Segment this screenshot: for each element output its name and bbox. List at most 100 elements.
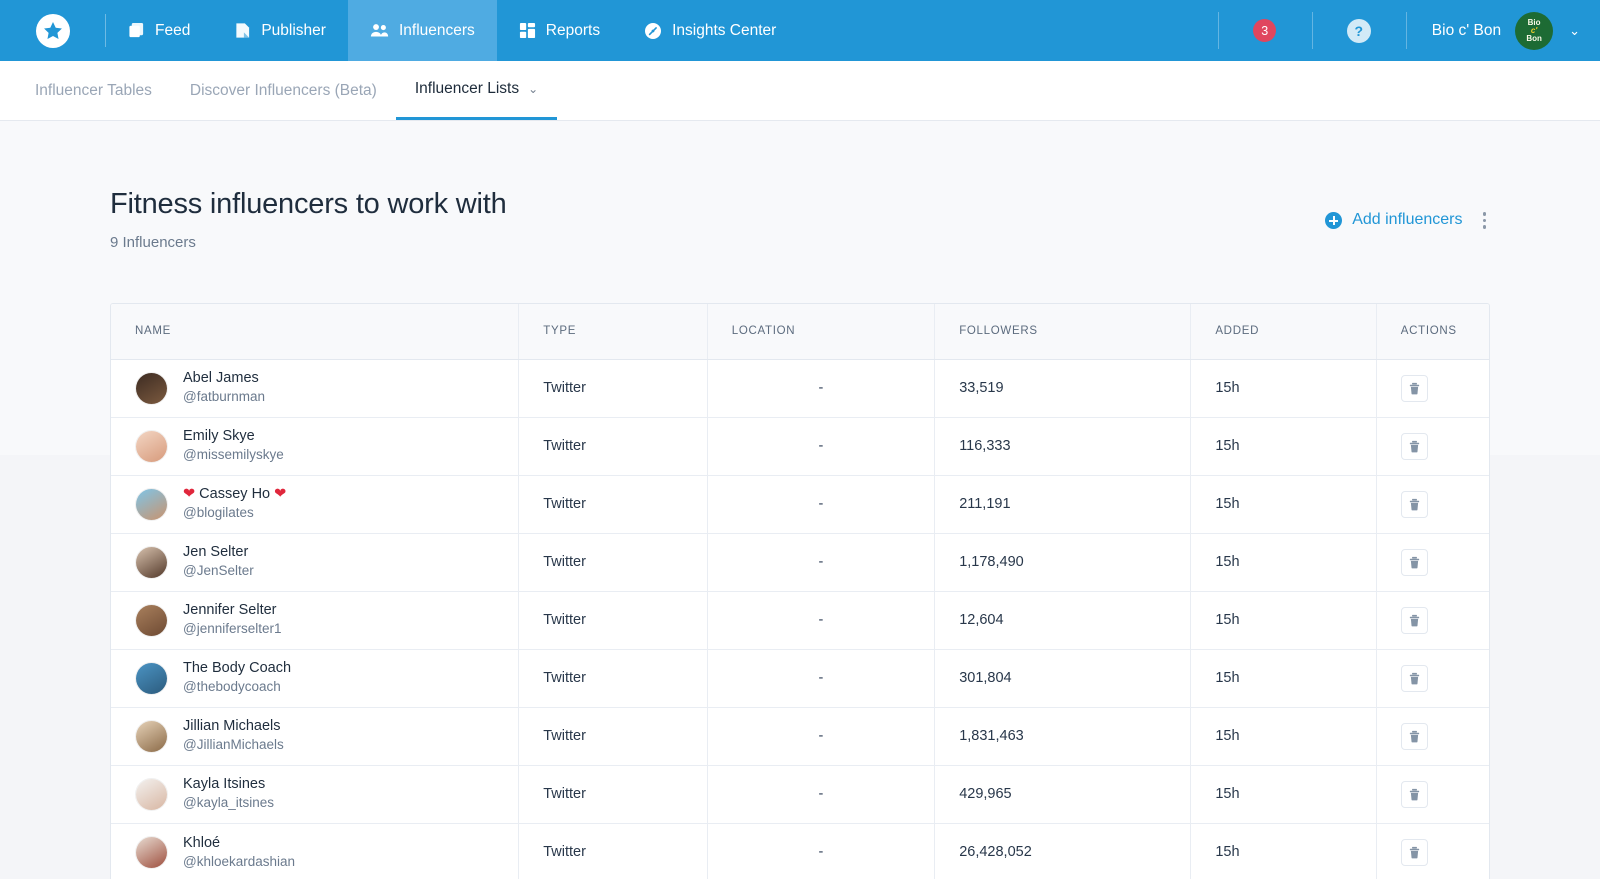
delete-button[interactable] xyxy=(1400,548,1428,576)
influencer-handle[interactable]: @khloekardashian xyxy=(183,853,295,871)
chevron-down-icon[interactable]: ⌄ xyxy=(1569,23,1580,39)
subnav-item-influencer-tables[interactable]: Influencer Tables xyxy=(35,61,171,120)
influencer-table-container: NAME TYPE LOCATION FOLLOWERS ADDED ACTIO… xyxy=(110,303,1490,879)
notifications-button[interactable]: 3 xyxy=(1217,0,1312,61)
nav-item-influencers[interactable]: Influencers xyxy=(347,0,497,61)
delete-button[interactable] xyxy=(1400,432,1428,460)
cell-actions xyxy=(1376,765,1489,824)
influencer-handle[interactable]: @thebodycoach xyxy=(183,678,291,696)
avatar[interactable] xyxy=(135,777,168,811)
influencer-handle[interactable]: @blogilates xyxy=(183,504,286,522)
user-menu[interactable]: Bio c' Bon Bio c' Bon ⌄ xyxy=(1405,0,1600,61)
top-navigation-bar: Feed Publisher Influencers Reports Insig… xyxy=(0,0,1600,61)
cell-actions xyxy=(1376,359,1489,418)
influencer-name[interactable]: Jennifer Selter xyxy=(183,601,282,619)
cell-followers: 1,178,490 xyxy=(934,533,1192,592)
influencer-handle[interactable]: @missemilyskye xyxy=(183,446,284,464)
table-row[interactable]: Jillian Michaels @JillianMichaels Twitter -… xyxy=(111,707,1489,766)
avatar[interactable]: Bio c' Bon xyxy=(1515,11,1554,50)
sub-navigation-bar: Influencer Tables Discover Influencers (… xyxy=(0,61,1600,121)
influencers-icon xyxy=(370,22,389,39)
table-row[interactable]: ❤ Cassey Ho ❤ @blogilates Twitter -211,191 1… xyxy=(111,475,1489,534)
trash-icon xyxy=(1409,730,1419,742)
column-header-added[interactable]: ADDED xyxy=(1190,304,1377,360)
avatar[interactable] xyxy=(135,429,168,463)
delete-button[interactable] xyxy=(1400,490,1428,518)
table-head: NAME TYPE LOCATION FOLLOWERS ADDED ACTIO… xyxy=(111,304,1489,360)
delete-button[interactable] xyxy=(1400,838,1428,866)
help-button[interactable]: ? xyxy=(1311,0,1406,61)
influencer-name[interactable]: Jillian Michaels xyxy=(183,717,284,735)
cell-followers: 429,965 xyxy=(934,765,1192,824)
delete-button[interactable] xyxy=(1400,780,1428,808)
subnav-item-discover-influencers[interactable]: Discover Influencers (Beta) xyxy=(171,61,396,120)
nav-item-publisher[interactable]: Publisher xyxy=(212,0,348,61)
help-icon[interactable]: ? xyxy=(1346,18,1371,43)
avatar[interactable] xyxy=(135,545,168,579)
cell-added: 15h xyxy=(1190,475,1377,534)
column-header-followers[interactable]: FOLLOWERS xyxy=(934,304,1192,360)
avatar[interactable] xyxy=(135,487,168,521)
table-row[interactable]: Khloé @khloekardashian Twitter -26,428,052 1… xyxy=(111,823,1489,879)
cell-type: Twitter xyxy=(518,359,708,418)
notification-count-badge[interactable]: 3 xyxy=(1253,19,1277,42)
delete-button[interactable] xyxy=(1400,606,1428,634)
table-row[interactable]: The Body Coach @thebodycoach Twitter -301,8… xyxy=(111,649,1489,708)
avatar[interactable] xyxy=(135,603,168,637)
cell-added: 15h xyxy=(1190,591,1377,650)
influencer-name[interactable]: Emily Skye xyxy=(183,427,284,445)
table-header-row: NAME TYPE LOCATION FOLLOWERS ADDED ACTIO… xyxy=(111,304,1489,360)
avatar[interactable] xyxy=(135,371,168,405)
delete-button[interactable] xyxy=(1400,664,1428,692)
influencer-handle[interactable]: @fatburnman xyxy=(183,388,265,406)
column-header-name[interactable]: NAME xyxy=(111,304,520,360)
cell-followers: 12,604 xyxy=(934,591,1192,650)
influencer-name[interactable]: ❤ Cassey Ho ❤ xyxy=(183,485,286,503)
star-logo-icon xyxy=(35,13,70,48)
table-row[interactable]: Emily Skye @missemilyskye Twitter -116,333 1… xyxy=(111,417,1489,476)
subnav-label: Discover Influencers (Beta) xyxy=(189,81,377,99)
nav-label: Reports xyxy=(545,21,601,39)
app-logo[interactable] xyxy=(0,0,105,61)
table-row[interactable]: Jen Selter @JenSelter Twitter -1,178,490 15h xyxy=(111,533,1489,592)
nav-item-reports[interactable]: Reports xyxy=(497,0,622,61)
column-header-location[interactable]: LOCATION xyxy=(707,304,936,360)
chevron-down-icon[interactable]: ⌄ xyxy=(528,82,538,96)
influencer-handle[interactable]: @JillianMichaels xyxy=(183,736,284,754)
influencer-name[interactable]: Khloé xyxy=(183,834,295,852)
subnav-item-influencer-lists[interactable]: Influencer Lists ⌄ xyxy=(395,61,558,120)
delete-button[interactable] xyxy=(1400,722,1428,750)
influencer-name[interactable]: Abel James xyxy=(183,369,265,387)
page-actions: Add influencers xyxy=(1325,210,1490,231)
influencer-handle[interactable]: @JenSelter xyxy=(183,562,254,580)
influencer-name[interactable]: The Body Coach xyxy=(183,659,291,677)
cell-actions xyxy=(1376,707,1489,766)
table-row[interactable]: Jennifer Selter @jenniferselter1 Twitter -1… xyxy=(111,591,1489,650)
nav-item-feed[interactable]: Feed xyxy=(106,0,212,61)
table-row[interactable]: Abel James @fatburnman Twitter -33,519 15h xyxy=(111,359,1489,418)
influencer-name[interactable]: Jen Selter xyxy=(183,543,254,561)
cell-added: 15h xyxy=(1190,533,1377,592)
cell-followers: 301,804 xyxy=(934,649,1192,708)
more-vertical-icon[interactable] xyxy=(1479,210,1491,231)
cell-followers: 1,831,463 xyxy=(934,707,1192,766)
add-influencers-button[interactable]: Add influencers xyxy=(1325,211,1463,229)
influencer-handle[interactable]: @jenniferselter1 xyxy=(183,620,282,638)
delete-button[interactable] xyxy=(1400,374,1428,402)
cell-followers: 116,333 xyxy=(934,417,1192,476)
nav-item-insights-center[interactable]: Insights Center xyxy=(622,0,798,61)
avatar[interactable] xyxy=(135,719,168,753)
add-influencers-label: Add influencers xyxy=(1352,211,1463,229)
trash-icon xyxy=(1409,498,1419,510)
cell-followers: 33,519 xyxy=(934,359,1192,418)
avatar[interactable] xyxy=(135,835,168,869)
column-header-type[interactable]: TYPE xyxy=(518,304,708,360)
trash-icon xyxy=(1409,382,1419,394)
cell-location: - xyxy=(707,359,936,418)
avatar[interactable] xyxy=(135,661,168,695)
cell-name: Jen Selter @JenSelter xyxy=(111,533,520,592)
influencer-handle[interactable]: @kayla_itsines xyxy=(183,794,274,812)
influencer-name[interactable]: Kayla Itsines xyxy=(183,775,274,793)
table-row[interactable]: Kayla Itsines @kayla_itsines Twitter -429,9… xyxy=(111,765,1489,824)
cell-location: - xyxy=(707,533,936,592)
